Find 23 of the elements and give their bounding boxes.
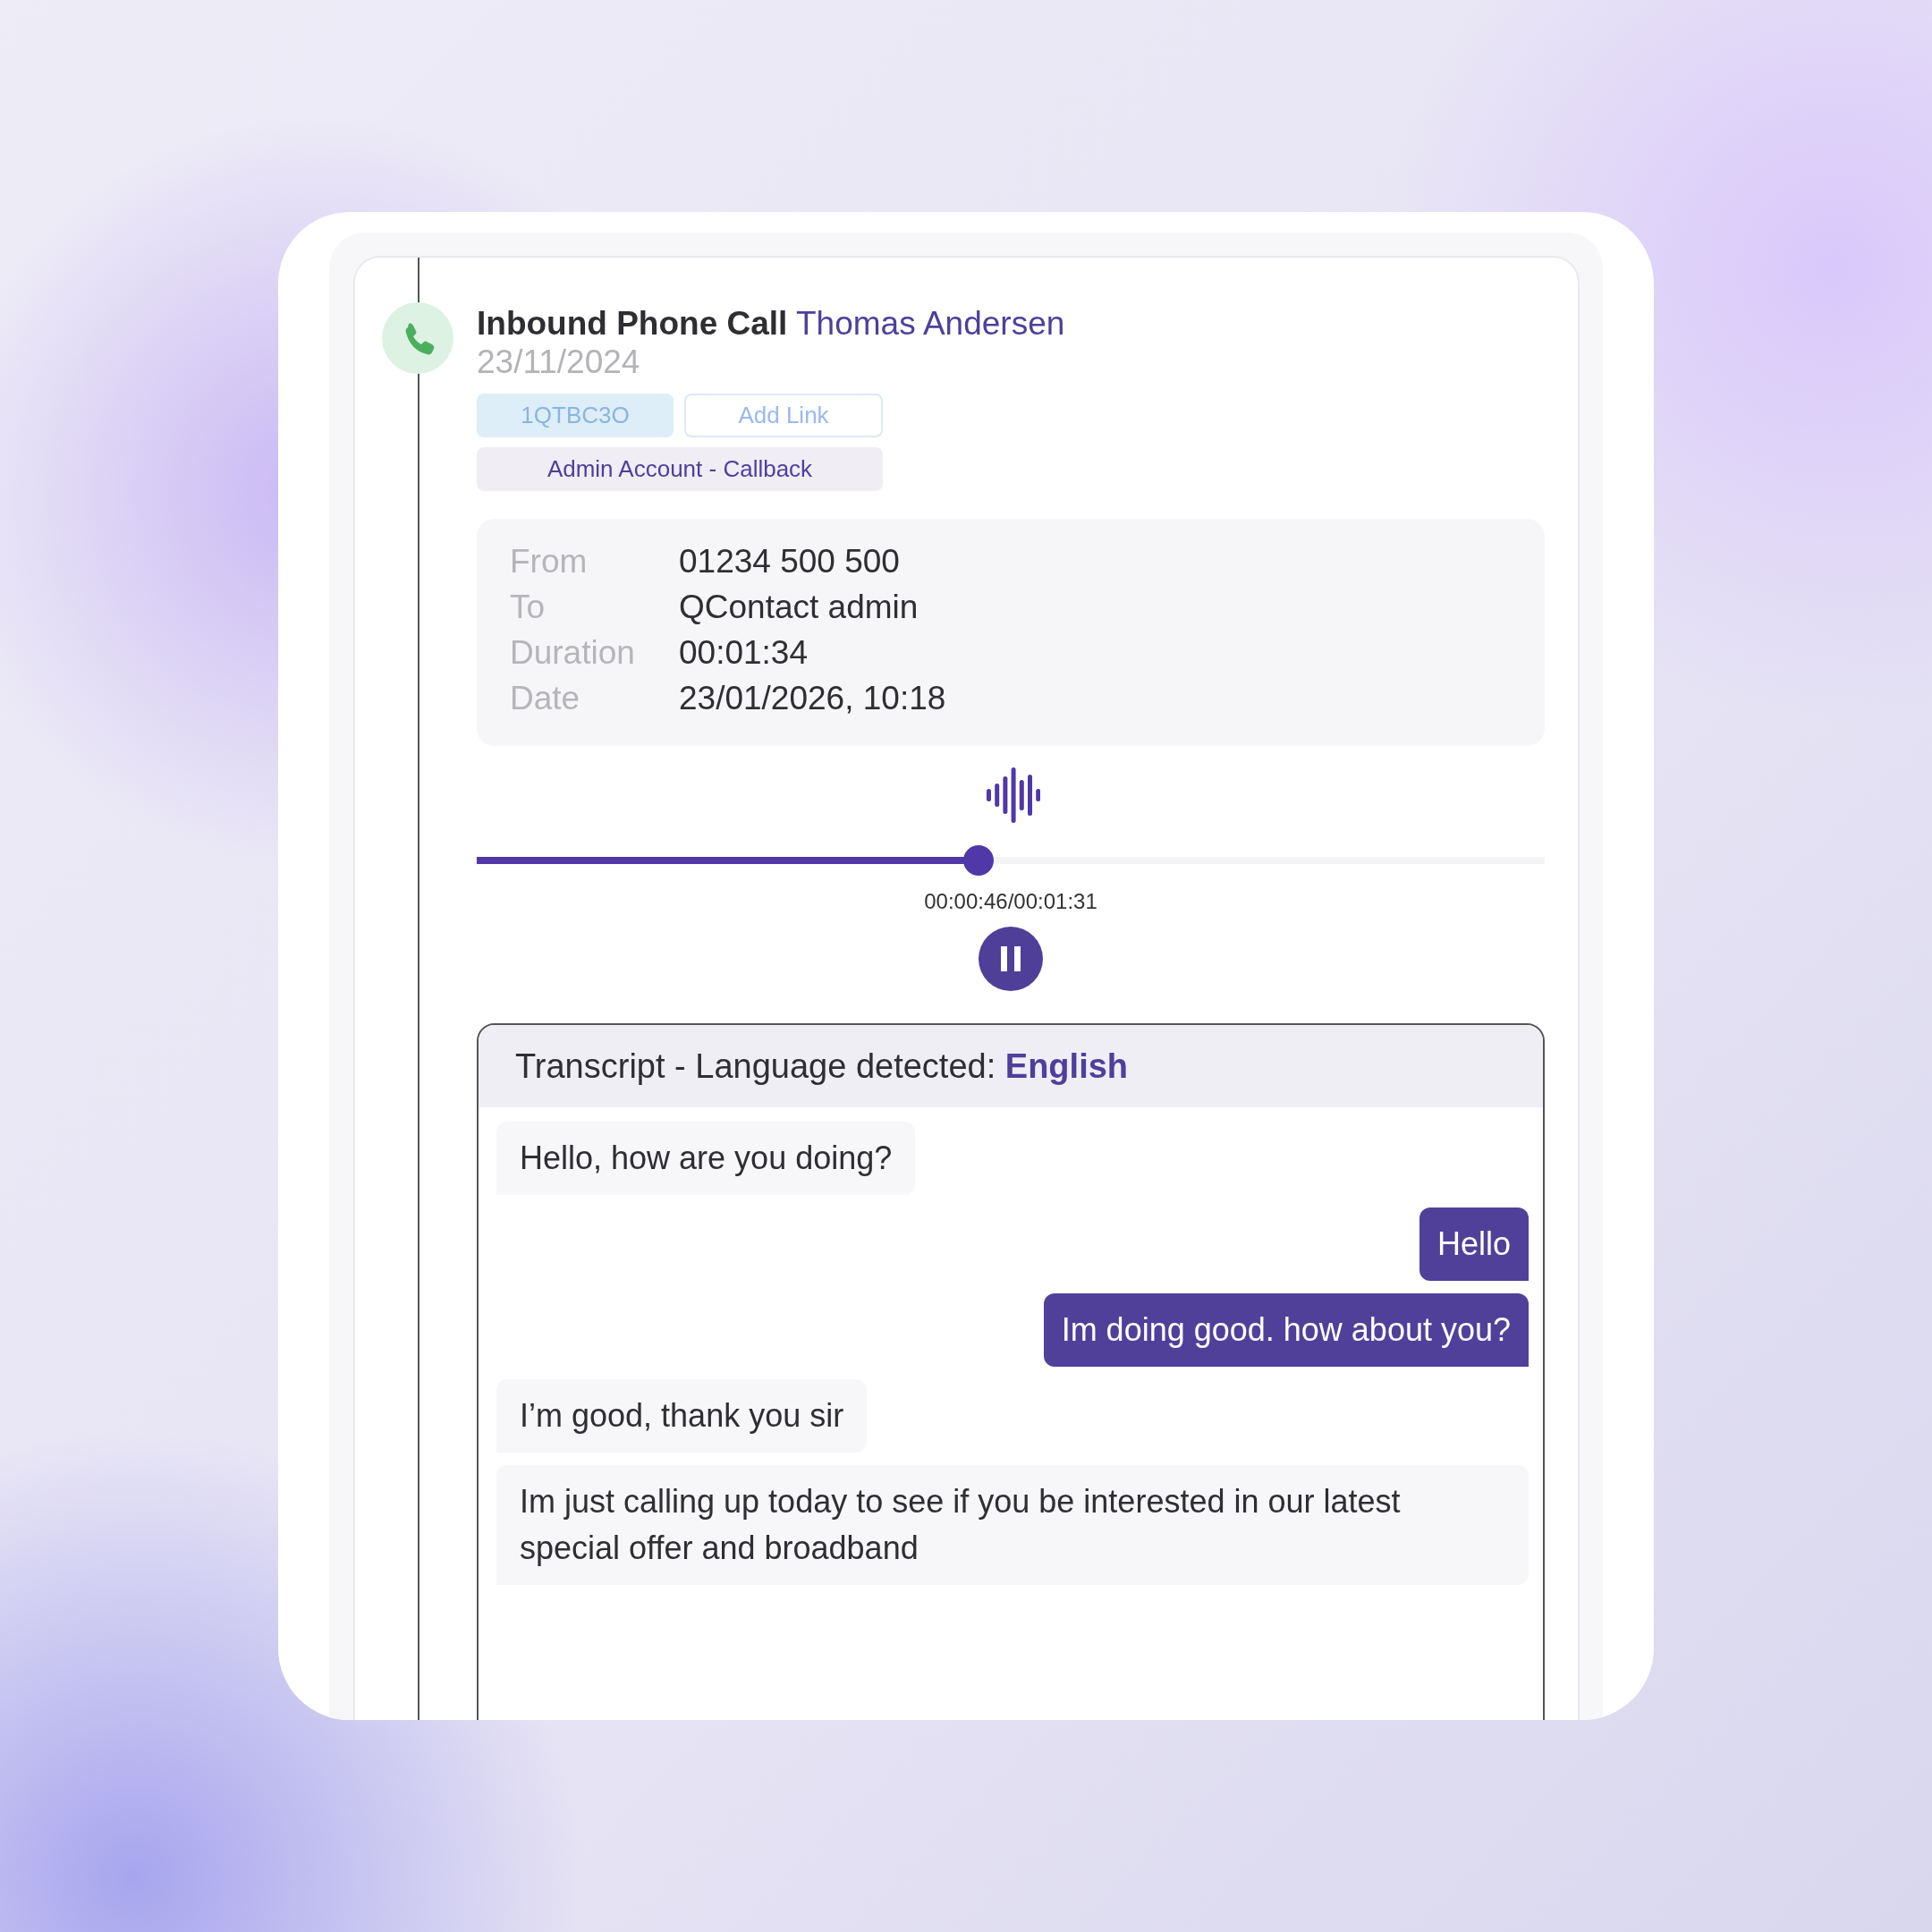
detail-label: Duration	[510, 633, 636, 673]
detail-value: QContact admin	[679, 588, 919, 627]
call-title: Inbound Phone Call Thomas Andersen	[477, 304, 1065, 343]
detail-value: 00:01:34	[679, 633, 809, 673]
detail-label: To	[510, 588, 547, 627]
detail-value: 01234 500 500	[679, 542, 901, 581]
call-date: 23/11/2024	[477, 343, 640, 381]
slider-handle[interactable]	[963, 845, 995, 876]
tag: 1QTBC3O	[477, 394, 674, 437]
detail-label: From	[510, 542, 589, 581]
message-bubble: Im just calling up today to see if you be interested in our latest special offer and broadband	[496, 1465, 1529, 1585]
transcript-title: Transcript - Language detected: English	[515, 1046, 1129, 1086]
add-link-button[interactable]: Add Link	[684, 394, 883, 437]
message-bubble: Hello	[1419, 1208, 1529, 1281]
detail-value: 23/01/2026, 10:18	[679, 679, 947, 718]
message-bubble: Im doing good. how about you?	[1043, 1293, 1529, 1367]
playback-time: 00:00:46/00:01:31	[924, 889, 1097, 914]
pause-icon	[1001, 946, 1021, 971]
phone-icon	[382, 302, 453, 374]
tag: Admin Account - Callback	[477, 447, 883, 491]
detail-label: Date	[510, 679, 581, 718]
message-bubble: I’m good, thank you sir	[496, 1379, 868, 1453]
message-bubble: Hello, how are you doing?	[496, 1122, 916, 1195]
